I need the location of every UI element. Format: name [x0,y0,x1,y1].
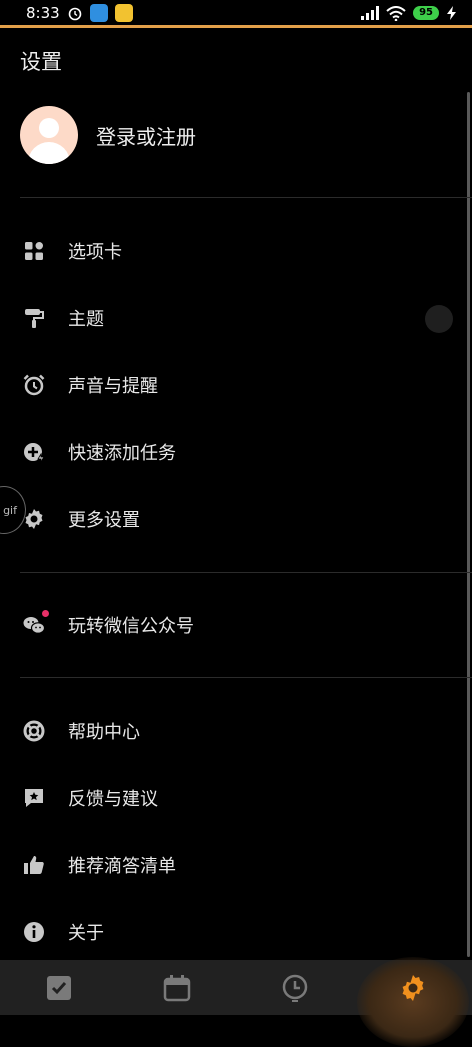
menu-item-more-settings[interactable]: 更多设置 [0,497,470,541]
menu-item-theme[interactable]: 主题 [0,296,470,340]
menu-item-quick-add[interactable]: 快速添加任务 [0,430,470,474]
nav-tab-pomodoro[interactable] [236,960,354,1015]
gear-icon [402,974,424,1001]
calendar-icon [163,974,191,1001]
nav-tab-settings[interactable] [354,960,472,1015]
gif-label: gif [3,503,17,517]
avatar-head [39,118,59,138]
lifebuoy-icon [22,719,46,743]
menu-label: 推荐滴答清单 [68,856,176,877]
quick-add-icon [22,440,46,464]
app-notification-icon-2 [114,4,133,22]
notification-dot [42,610,49,617]
page-title: 设置 [20,50,62,74]
menu-label: 主题 [68,309,104,330]
menu-item-feedback[interactable]: 反馈与建议 [0,776,470,820]
status-right: 95 [361,5,458,21]
menu-item-wechat[interactable]: 玩转微信公众号 [0,603,470,647]
login-label[interactable]: 登录或注册 [96,121,196,150]
menu-label: 更多设置 [68,510,140,531]
info-icon [22,920,46,944]
divider [20,197,472,198]
status-left: 8:33 [26,4,133,22]
login-row[interactable]: 登录或注册 [20,106,196,164]
menu-label: 声音与提醒 [68,376,158,397]
paint-roller-icon [22,306,46,330]
menu-item-recommend[interactable]: 推荐滴答清单 [0,843,470,887]
menu-item-tabs[interactable]: 选项卡 [0,229,470,273]
battery-indicator: 95 [413,6,439,20]
alarm-clock-icon [22,373,46,397]
menu-label: 帮助中心 [68,722,140,743]
menu-label: 反馈与建议 [68,789,158,810]
menu-label: 玩转微信公众号 [68,616,194,637]
status-time: 8:33 [26,4,60,22]
nav-tab-tasks[interactable] [0,960,118,1015]
app-notification-icon [89,4,108,22]
status-accent-line [0,25,472,28]
divider [20,572,472,573]
checkbox-icon [47,975,71,1000]
menu-label: 关于 [68,923,104,944]
feedback-icon [22,786,46,810]
thumbs-up-icon [22,853,46,877]
touch-indicator [425,305,453,333]
avatar-body [28,142,70,164]
charging-icon [447,6,456,20]
divider [20,677,472,678]
menu-label: 选项卡 [68,242,122,263]
wifi-icon [386,5,406,21]
wechat-icon [22,613,46,637]
menu-item-about[interactable]: 关于 [0,910,470,954]
alarm-status-icon [68,7,81,21]
signal-icon [361,6,380,20]
avatar[interactable] [20,106,78,164]
nav-tab-calendar[interactable] [118,960,236,1015]
menu-item-sound-reminder[interactable]: 声音与提醒 [0,363,470,407]
clock-icon [282,974,308,1002]
grid-icon [22,239,46,263]
menu-label: 快速添加任务 [68,443,176,464]
menu-item-help-center[interactable]: 帮助中心 [0,709,470,753]
status-bar: 8:33 95 [0,0,472,26]
